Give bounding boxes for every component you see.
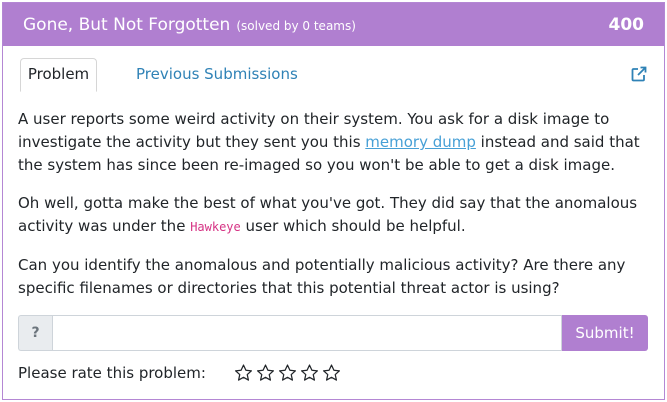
- problem-header: Gone, But Not Forgotten (solved by 0 tea…: [3, 3, 664, 46]
- answer-prefix: ?: [18, 315, 52, 351]
- star-outline-icon[interactable]: [277, 363, 298, 383]
- description-paragraph-2: Oh well, gotta make the best of what you…: [18, 192, 648, 239]
- tab-previous-submissions[interactable]: Previous Submissions: [136, 58, 298, 91]
- rating-stars: [233, 363, 343, 383]
- rating-row: Please rate this problem:: [18, 362, 343, 384]
- star-outline-icon[interactable]: [299, 363, 320, 383]
- username-code: Hawkeye: [190, 220, 241, 234]
- problem-points: 400: [608, 14, 645, 35]
- star-outline-icon[interactable]: [321, 363, 342, 383]
- problem-tabs: Problem Previous Submissions: [20, 58, 660, 92]
- rating-label: Please rate this problem:: [18, 364, 206, 382]
- external-link-icon[interactable]: [631, 66, 647, 82]
- description-paragraph-1: A user reports some weird activity on th…: [18, 108, 648, 177]
- answer-input[interactable]: [52, 315, 562, 351]
- star-outline-icon[interactable]: [255, 363, 276, 383]
- title-wrap: Gone, But Not Forgotten (solved by 0 tea…: [23, 15, 356, 35]
- star-outline-icon[interactable]: [233, 363, 254, 383]
- submit-button[interactable]: Submit!: [562, 315, 648, 351]
- answer-form: ? Submit!: [18, 315, 648, 351]
- memory-dump-link[interactable]: memory dump: [365, 133, 476, 151]
- solved-count: (solved by 0 teams): [236, 18, 356, 33]
- problem-title: Gone, But Not Forgotten: [23, 14, 231, 35]
- tab-problem[interactable]: Problem: [20, 58, 97, 92]
- description-paragraph-3: Can you identify the anomalous and poten…: [18, 256, 626, 297]
- paragraph-2-text-end: user which should be helpful.: [240, 217, 466, 235]
- problem-description: A user reports some weird activity on th…: [18, 108, 648, 315]
